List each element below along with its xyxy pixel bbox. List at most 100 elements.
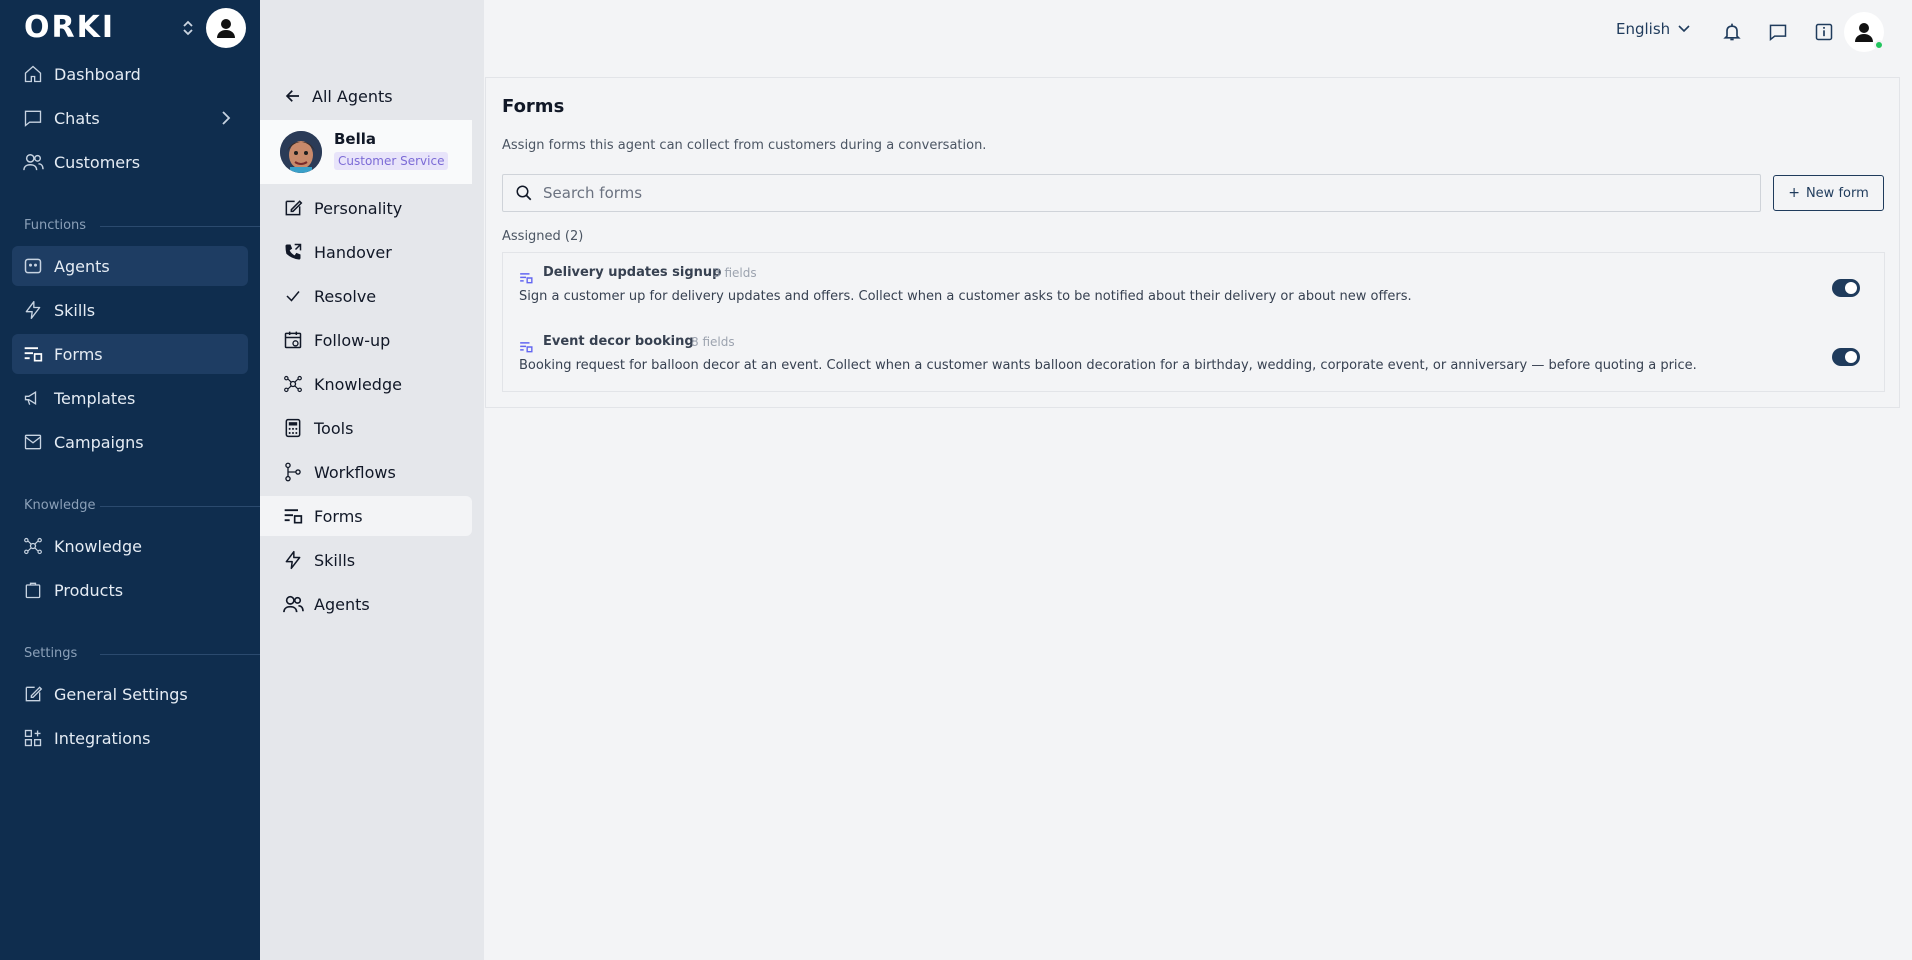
avatar	[280, 131, 322, 173]
toggle-knob	[1845, 351, 1857, 363]
agent-nav-label: Agents	[314, 594, 370, 614]
nav-label: Skills	[54, 300, 96, 320]
form-field-count: 3 fields	[713, 266, 757, 280]
plus-icon: +	[1788, 185, 1800, 201]
assigned-forms-list: Delivery updates signup 3 fields Sign a …	[502, 252, 1885, 392]
message-icon[interactable]	[1764, 18, 1792, 46]
nav-forms[interactable]: Forms	[12, 334, 248, 374]
agent-nav-label: Knowledge	[314, 374, 402, 394]
search-input[interactable]	[543, 184, 1743, 202]
section-label-settings: Settings	[24, 646, 78, 661]
knowledge-icon	[22, 535, 44, 557]
edit-icon	[282, 197, 304, 219]
users-icon	[22, 151, 44, 173]
agent-nav-handover[interactable]: Handover	[260, 232, 472, 272]
nav-chats[interactable]: Chats	[12, 98, 248, 138]
workspace-avatar[interactable]	[206, 8, 246, 48]
list-item[interactable]: Delivery updates signup 3 fields Sign a …	[503, 253, 1884, 321]
calendar-icon	[282, 329, 304, 351]
back-to-all-agents[interactable]: All Agents	[282, 82, 393, 110]
megaphone-icon	[22, 387, 44, 409]
agent-nav-resolve[interactable]: Resolve	[260, 276, 472, 316]
list-item[interactable]: Event decor booking 8 fields Booking req…	[503, 322, 1884, 390]
form-name: Event decor booking	[543, 334, 694, 349]
nav-customers[interactable]: Customers	[12, 142, 248, 182]
agent-nav-label: Tools	[314, 418, 354, 438]
nav-label: Chats	[54, 108, 100, 128]
form-enabled-toggle[interactable]	[1832, 279, 1860, 297]
agent-nav-tools[interactable]: Tools	[260, 408, 472, 448]
agent-nav-label: Handover	[314, 242, 392, 262]
agent-nav-skills[interactable]: Skills	[260, 540, 472, 580]
form-icon	[22, 343, 44, 365]
user-icon	[217, 19, 235, 38]
section-label-knowledge: Knowledge	[24, 498, 96, 513]
nav-dashboard[interactable]: Dashboard	[12, 54, 248, 94]
chevron-right-icon[interactable]	[220, 110, 232, 130]
section-divider	[100, 506, 260, 507]
nav-templates[interactable]: Templates	[12, 378, 248, 418]
nav-skills[interactable]: Skills	[12, 290, 248, 330]
agent-nav-label: Resolve	[314, 286, 377, 306]
form-description: Sign a customer up for delivery updates …	[519, 289, 1412, 304]
agent-nav-personality[interactable]: Personality	[260, 188, 472, 228]
workspace-switch-icon[interactable]	[180, 18, 196, 38]
workflow-icon	[282, 461, 304, 483]
agent-card[interactable]: Bella Customer Service	[260, 120, 472, 184]
bolt-icon	[282, 549, 304, 571]
info-icon[interactable]	[1810, 18, 1838, 46]
form-icon	[282, 505, 304, 527]
forms-panel: Forms Assign forms this agent can collec…	[485, 77, 1900, 408]
nav-label: Products	[54, 580, 124, 600]
brand-name: ORKI	[24, 10, 116, 45]
grid-icon	[22, 727, 44, 749]
brand-logo[interactable]: ORKI	[24, 10, 116, 45]
agent-nav-label: Skills	[314, 550, 356, 570]
form-name: Delivery updates signup	[543, 265, 722, 280]
chevron-down-icon	[1678, 25, 1690, 33]
calculator-icon	[282, 417, 304, 439]
agent-nav-forms[interactable]: Forms	[260, 496, 472, 536]
edit-icon	[22, 683, 44, 705]
nav-campaigns[interactable]: Campaigns	[12, 422, 248, 462]
nav-products[interactable]: Products	[12, 570, 248, 610]
nav-label: General Settings	[54, 684, 188, 704]
nav-agents[interactable]: Agents	[12, 246, 248, 286]
agent-nav-label: Follow-up	[314, 330, 391, 350]
search-box[interactable]	[502, 174, 1761, 212]
form-enabled-toggle[interactable]	[1832, 348, 1860, 366]
agent-nav-knowledge[interactable]: Knowledge	[260, 364, 472, 404]
nav-integrations[interactable]: Integrations	[12, 718, 248, 758]
nav-label: Campaigns	[54, 432, 144, 452]
agent-name: Bella	[334, 130, 377, 148]
agent-nav-label: Forms	[314, 506, 363, 526]
nav-general-settings[interactable]: General Settings	[12, 674, 248, 714]
search-icon	[516, 185, 532, 201]
new-form-button[interactable]: + New form	[1773, 175, 1884, 211]
language-select[interactable]: English	[1616, 20, 1690, 38]
bag-icon	[22, 579, 44, 601]
agent-nav-agents[interactable]: Agents	[260, 584, 472, 624]
phone-icon	[282, 241, 304, 263]
form-icon	[519, 269, 533, 284]
agent-nav-follow-up[interactable]: Follow-up	[260, 320, 472, 360]
home-icon	[22, 63, 44, 85]
new-form-label: New form	[1805, 185, 1869, 201]
nav-knowledge[interactable]: Knowledge	[12, 526, 248, 566]
agent-nav-label: Workflows	[314, 462, 396, 482]
form-description: Booking request for balloon decor at an …	[519, 358, 1697, 373]
users-icon	[282, 593, 304, 615]
nav-label: Templates	[54, 388, 136, 408]
section-label-functions: Functions	[24, 218, 87, 233]
main-sidebar: ORKI Dashboard Chats Customers Functions…	[0, 0, 260, 960]
campaign-icon	[22, 431, 44, 453]
nav-label: Knowledge	[54, 536, 142, 556]
bell-icon[interactable]	[1718, 18, 1746, 46]
knowledge-icon	[282, 373, 304, 395]
user-icon	[1855, 23, 1873, 42]
bolt-icon	[22, 299, 44, 321]
online-status-dot	[1874, 40, 1884, 50]
agent-role-badge: Customer Service	[334, 152, 449, 170]
agent-nav-workflows[interactable]: Workflows	[260, 452, 472, 492]
nav-label: Agents	[54, 256, 110, 276]
